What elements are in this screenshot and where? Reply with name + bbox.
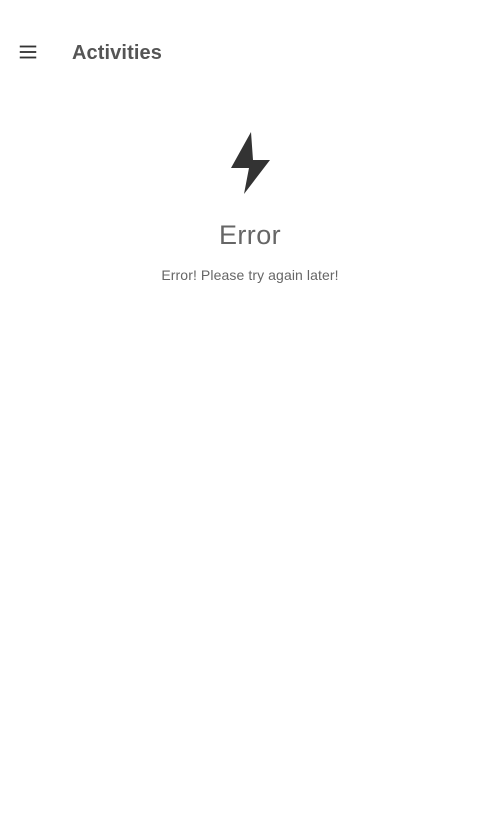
navigation-menu-button[interactable]: [14, 38, 42, 66]
lightning-bolt-icon: [231, 132, 270, 194]
app-screen: Activities Error Error! Please try again…: [0, 0, 500, 833]
error-message: Error! Please try again later!: [161, 267, 339, 283]
page-title: Activities: [72, 42, 162, 64]
top-app-bar: Activities: [0, 0, 500, 104]
menu-icon: [19, 45, 37, 59]
error-title: Error: [219, 220, 281, 250]
error-state: Error Error! Please try again later!: [0, 130, 500, 284]
